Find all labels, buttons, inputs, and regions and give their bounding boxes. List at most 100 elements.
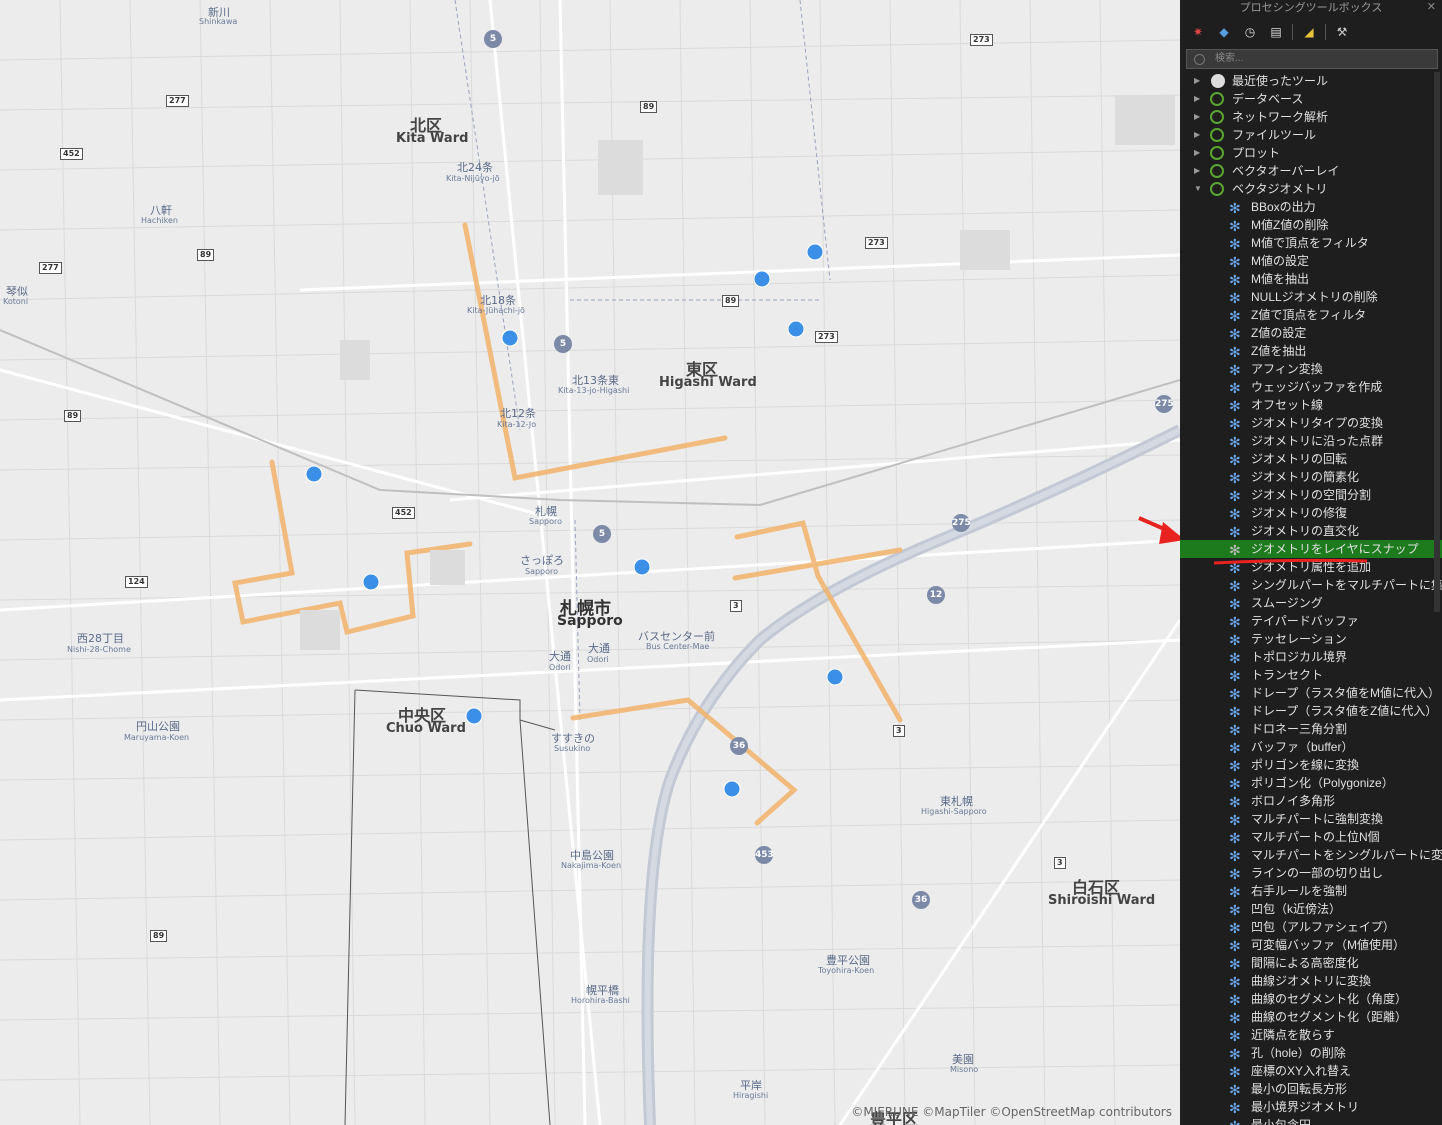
route-shield: 89 bbox=[64, 410, 82, 422]
tree-tool[interactable]: ✻ アフィン変換 bbox=[1180, 360, 1442, 378]
tree-tool[interactable]: ✻ ポリゴン化（Polygonize） bbox=[1180, 774, 1442, 792]
tree-tool[interactable]: ✻ ジオメトリの直交化 bbox=[1180, 522, 1442, 540]
tree-tool[interactable]: ✻ 曲線のセグメント化（角度） bbox=[1180, 990, 1442, 1008]
tree-tool[interactable]: ✻ 間隔による高密度化 bbox=[1180, 954, 1442, 972]
tree-group[interactable]: ▶ プロット bbox=[1180, 144, 1442, 162]
tree-tool[interactable]: ✻ ドロネー三角分割 bbox=[1180, 720, 1442, 738]
tree-tool[interactable]: ✻ 右手ルールを強制 bbox=[1180, 882, 1442, 900]
tree-tool[interactable]: ✻ 最小包含円 bbox=[1180, 1116, 1442, 1125]
tree-tool[interactable]: ✻ Z値の設定 bbox=[1180, 324, 1442, 342]
map-canvas[interactable]: 北区 Kita Ward 東区 Higashi Ward 中央区 Chuo Wa… bbox=[0, 0, 1180, 1125]
tree-tool[interactable]: ✻ Z値で頂点をフィルタ bbox=[1180, 306, 1442, 324]
tree-tool[interactable]: ✻ 凹包（k近傍法） bbox=[1180, 900, 1442, 918]
tree-tool[interactable]: ✻ シングルパートをマルチパートに集約 bbox=[1180, 576, 1442, 594]
tree-tool[interactable]: ✻ M値を抽出 bbox=[1180, 270, 1442, 288]
search-input[interactable]: 検索... bbox=[1186, 49, 1438, 69]
algorithm-gear-icon: ✻ bbox=[1229, 668, 1241, 684]
route-shield: 89 bbox=[640, 101, 658, 113]
tree-tool[interactable]: ✻ オフセット線 bbox=[1180, 396, 1442, 414]
tree-tool[interactable]: ✻ マルチパートをシングルパートに変換 bbox=[1180, 846, 1442, 864]
tree-group[interactable]: ▼ ベクタジオメトリ bbox=[1180, 180, 1442, 198]
chevron-down-icon[interactable]: ▼ bbox=[1194, 180, 1202, 198]
history-icon[interactable]: ◷ bbox=[1240, 22, 1260, 42]
options-wrench-icon[interactable]: ⚒ bbox=[1332, 22, 1352, 42]
tree-group[interactable]: ▶ ネットワーク解析 bbox=[1180, 108, 1442, 126]
tree-tool[interactable]: ✻ ドレープ（ラスタ値をM値に代入） bbox=[1180, 684, 1442, 702]
tree-tool[interactable]: ✻ 凹包（アルファシェイプ） bbox=[1180, 918, 1442, 936]
edit-features-icon[interactable]: ◢ bbox=[1299, 22, 1319, 42]
route-shield: 452 bbox=[392, 507, 415, 519]
tree-tool[interactable]: ✻ 可変幅バッファ（M値使用） bbox=[1180, 936, 1442, 954]
tree-tool[interactable]: ✻ トポロジカル境界 bbox=[1180, 648, 1442, 666]
station-label-en: Susukino bbox=[554, 744, 591, 753]
tree-tool[interactable]: ✻ BBoxの出力 bbox=[1180, 198, 1442, 216]
chevron-right-icon[interactable]: ▶ bbox=[1194, 108, 1200, 126]
tree-tool[interactable]: ✻ 曲線ジオメトリに変換 bbox=[1180, 972, 1442, 990]
tree-group[interactable]: ▶ ベクタオーバーレイ bbox=[1180, 162, 1442, 180]
tree-tool[interactable]: ✻ スムージング bbox=[1180, 594, 1442, 612]
station-label-en: Nishi-28-Chome bbox=[67, 645, 131, 654]
tree-tool[interactable]: ✻ マルチパートの上位N個 bbox=[1180, 828, 1442, 846]
tree-tool-label: ボロノイ多角形 bbox=[1251, 794, 1336, 808]
tree-group[interactable]: ▶ 最近使ったツール bbox=[1180, 72, 1442, 90]
algorithm-gear-icon: ✻ bbox=[1229, 632, 1241, 648]
chevron-right-icon[interactable]: ▶ bbox=[1194, 144, 1200, 162]
tree-tool[interactable]: ✻ 曲線のセグメント化（距離） bbox=[1180, 1008, 1442, 1026]
close-icon[interactable]: ✕ bbox=[1427, 0, 1436, 14]
tree-tool-label: ウェッジバッファを作成 bbox=[1251, 380, 1383, 394]
chevron-right-icon[interactable]: ▶ bbox=[1194, 126, 1200, 144]
route-shield: 5 bbox=[554, 335, 572, 353]
route-shield: 453 bbox=[755, 846, 774, 864]
tree-tool[interactable]: ✻ ポリゴンを線に変換 bbox=[1180, 756, 1442, 774]
tree-tool[interactable]: ✻ M値Z値の削除 bbox=[1180, 216, 1442, 234]
station-label-en: Sapporo bbox=[529, 517, 563, 526]
python-icon[interactable]: ◆ bbox=[1214, 22, 1234, 42]
search-icon bbox=[1194, 54, 1205, 65]
tree-tool[interactable]: ✻ 孔（hole）の削除 bbox=[1180, 1044, 1442, 1062]
city-label-en: Sapporo bbox=[557, 613, 623, 629]
tree-tool[interactable]: ✻ 座標のXY入れ替え bbox=[1180, 1062, 1442, 1080]
scrollbar[interactable] bbox=[1434, 72, 1440, 612]
tree-tool[interactable]: ✻ 最小の回転長方形 bbox=[1180, 1080, 1442, 1098]
tree-tool[interactable]: ✻ ジオメトリの空間分割 bbox=[1180, 486, 1442, 504]
algorithm-gear-icon: ✻ bbox=[1229, 380, 1241, 396]
tree-tool-label: マルチパートの上位N個 bbox=[1251, 830, 1380, 844]
tree-tool[interactable]: ✻ ジオメトリタイプの変換 bbox=[1180, 414, 1442, 432]
tree-tool[interactable]: ✻ ボロノイ多角形 bbox=[1180, 792, 1442, 810]
station-label-en: Bus Center-Mae bbox=[646, 642, 710, 651]
chevron-right-icon[interactable]: ▶ bbox=[1194, 90, 1200, 108]
tree-tool[interactable]: ✻ テイパードバッファ bbox=[1180, 612, 1442, 630]
tree-tool[interactable]: ✻ ジオメトリの簡素化 bbox=[1180, 468, 1442, 486]
tree-tool[interactable]: ✻ ジオメトリの修復 bbox=[1180, 504, 1442, 522]
tree-tool[interactable]: ✻ 近隣点を散らす bbox=[1180, 1026, 1442, 1044]
tree-tool[interactable]: ✻ ジオメトリに沿った点群 bbox=[1180, 432, 1442, 450]
results-icon[interactable]: ▤ bbox=[1266, 22, 1286, 42]
tree-tool[interactable]: ✻ M値の設定 bbox=[1180, 252, 1442, 270]
tree-tool[interactable]: ✻ 最小境界ジオメトリ bbox=[1180, 1098, 1442, 1116]
tree-tool[interactable]: ✻ マルチパートに強制変換 bbox=[1180, 810, 1442, 828]
tree-tool[interactable]: ✻ ドレープ（ラスタ値をZ値に代入） bbox=[1180, 702, 1442, 720]
tree-group[interactable]: ▶ データベース bbox=[1180, 90, 1442, 108]
tree-tool[interactable]: ✻ トランセクト bbox=[1180, 666, 1442, 684]
tree-tool[interactable]: ✻ ジオメトリの回転 bbox=[1180, 450, 1442, 468]
tree-tool-label: ポリゴン化（Polygonize） bbox=[1251, 776, 1394, 790]
tree-tool-label: 座標のXY入れ替え bbox=[1251, 1064, 1352, 1078]
station-label: 大通 bbox=[588, 642, 610, 655]
algorithm-gear-icon: ✻ bbox=[1229, 596, 1241, 612]
chevron-right-icon[interactable]: ▶ bbox=[1194, 72, 1200, 90]
tree-tool[interactable]: ✻ バッファ（buffer） bbox=[1180, 738, 1442, 756]
tree-tool-label: ジオメトリの修復 bbox=[1251, 506, 1348, 520]
chevron-right-icon[interactable]: ▶ bbox=[1194, 162, 1200, 180]
ward-label-shiroishi-en: Shiroishi Ward bbox=[1048, 893, 1156, 908]
tree-tool[interactable]: ✻ M値で頂点をフィルタ bbox=[1180, 234, 1442, 252]
tree-tool[interactable]: ✻ ウェッジバッファを作成 bbox=[1180, 378, 1442, 396]
tree-tool[interactable]: ✻ Z値を抽出 bbox=[1180, 342, 1442, 360]
tree-tool[interactable]: ✻ ラインの一部の切り出し bbox=[1180, 864, 1442, 882]
tree-tool-label: 凹包（k近傍法） bbox=[1251, 902, 1342, 916]
models-icon[interactable]: ✷ bbox=[1188, 22, 1208, 42]
toolbox-tree[interactable]: ▶ 最近使ったツール ▶ データベース ▶ ネットワーク解析 ▶ ファイルツール ▶ プロット ▶ ベ… bbox=[1180, 72, 1442, 1125]
tree-group[interactable]: ▶ ファイルツール bbox=[1180, 126, 1442, 144]
tree-tool[interactable]: ✻ テッセレーション bbox=[1180, 630, 1442, 648]
tree-tool[interactable]: ✻ NULLジオメトリの削除 bbox=[1180, 288, 1442, 306]
route-shield: 273 bbox=[865, 237, 888, 249]
